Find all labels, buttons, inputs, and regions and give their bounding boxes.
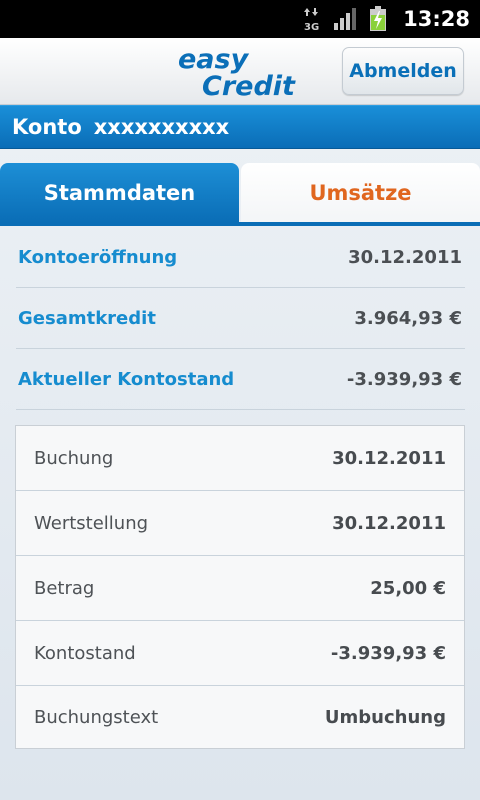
detail-row-balance: Kontostand -3.939,93 € — [16, 621, 464, 686]
summary-value: 3.964,93 € — [354, 307, 462, 329]
app-header: easy Credit Abmelden — [0, 38, 480, 105]
summary-value: -3.939,93 € — [346, 368, 462, 390]
network-label: 3G — [304, 22, 319, 32]
tab-umsaetze[interactable]: Umsätze — [241, 163, 480, 223]
summary-label: Aktueller Kontostand — [18, 368, 235, 390]
detail-value: 30.12.2011 — [332, 447, 446, 469]
detail-row-amount: Betrag 25,00 € — [16, 556, 464, 621]
tab-bar: Stammdaten Umsätze — [0, 163, 480, 223]
detail-value: 30.12.2011 — [332, 512, 446, 534]
logout-button[interactable]: Abmelden — [342, 47, 464, 95]
account-label: Konto — [12, 115, 82, 139]
logo-text-bottom: Credit — [202, 71, 296, 100]
summary-label: Gesamtkredit — [18, 307, 156, 329]
account-number: xxxxxxxxxx — [93, 115, 230, 139]
summary-value: 30.12.2011 — [348, 246, 462, 268]
detail-label: Buchungstext — [34, 707, 159, 728]
tab-stammdaten[interactable]: Stammdaten — [0, 163, 239, 223]
detail-label: Betrag — [34, 577, 95, 599]
detail-value: Umbuchung — [324, 707, 446, 728]
battery-charging-icon — [369, 6, 387, 32]
clock: 13:28 — [403, 7, 470, 31]
detail-value: -3.939,93 € — [330, 642, 446, 664]
summary-label: Kontoeröffnung — [18, 246, 178, 268]
tab-underline — [0, 222, 480, 226]
detail-value: 25,00 € — [370, 577, 446, 599]
detail-row-booking-text: Buchungstext Umbuchung — [16, 686, 464, 749]
data-transfer-3g-icon: 3G — [303, 6, 323, 32]
status-bar: 3G 13:28 — [0, 0, 480, 38]
detail-label: Buchung — [34, 447, 114, 469]
account-bar: Konto xxxxxxxxxx — [0, 105, 480, 149]
account-summary: Kontoeröffnung 30.12.2011 Gesamtkredit 3… — [16, 227, 465, 410]
summary-row-current-balance: Aktueller Kontostand -3.939,93 € — [16, 349, 465, 410]
detail-row-value-date: Wertstellung 30.12.2011 — [16, 491, 464, 556]
signal-strength-icon — [333, 7, 359, 31]
easycredit-logo: easy Credit — [176, 44, 306, 102]
detail-row-booking: Buchung 30.12.2011 — [16, 426, 464, 491]
transaction-detail-card: Buchung 30.12.2011 Wertstellung 30.12.20… — [15, 425, 465, 749]
summary-row-opening: Kontoeröffnung 30.12.2011 — [16, 227, 465, 288]
summary-row-total-credit: Gesamtkredit 3.964,93 € — [16, 288, 465, 349]
detail-label: Kontostand — [34, 642, 136, 664]
detail-label: Wertstellung — [34, 512, 149, 534]
